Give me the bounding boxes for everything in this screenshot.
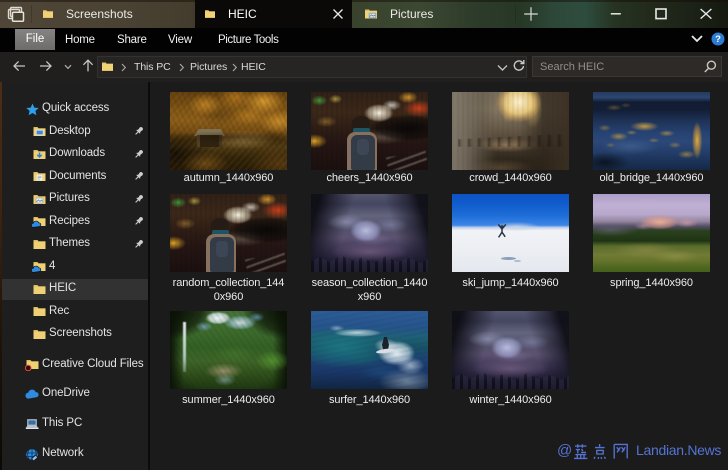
svg-text:?: ? (715, 34, 721, 45)
